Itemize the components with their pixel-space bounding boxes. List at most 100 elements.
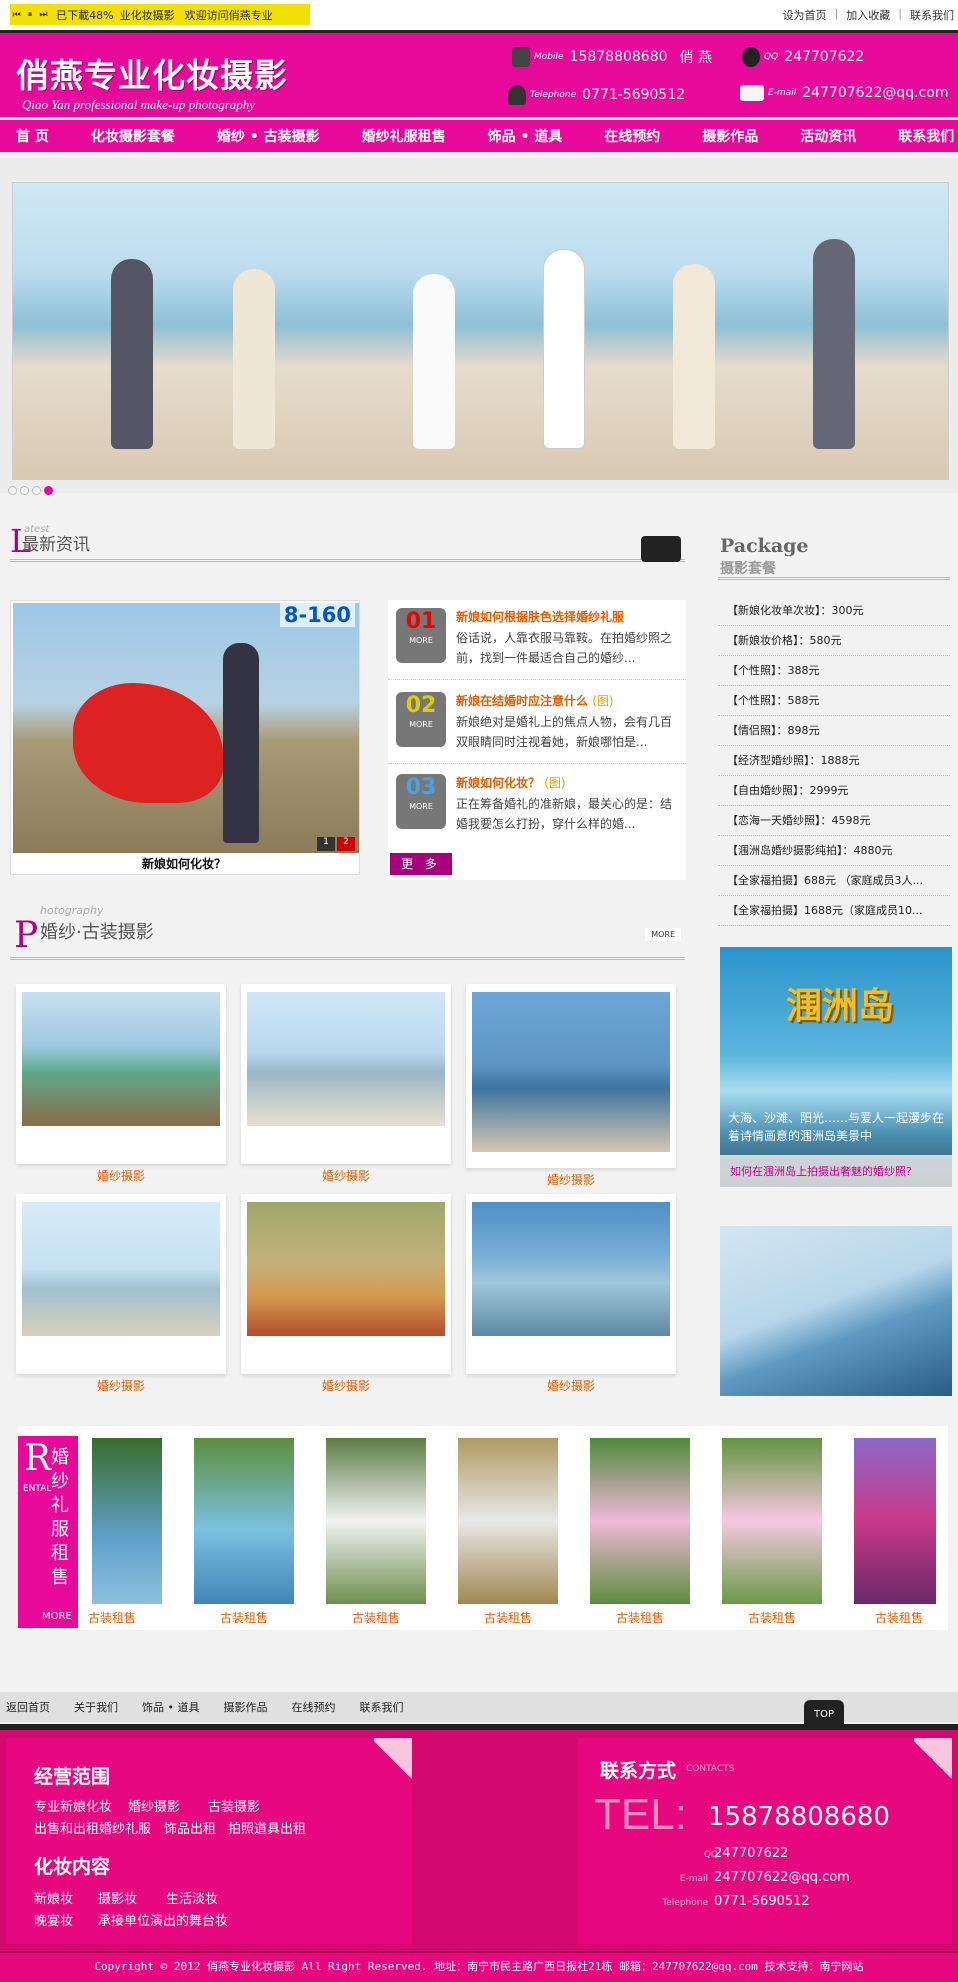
wedding-photo[interactable] [472,992,670,1152]
wedding-photo-card[interactable]: 婚纱摄影 [241,984,451,1183]
package-item[interactable]: 【新娘化妆单次妆】：300元 [718,596,950,626]
package-item[interactable]: 【情侣照】：898元 [718,716,950,746]
wedding-photo[interactable] [247,992,445,1126]
wedding-photo[interactable] [472,1202,670,1336]
rental-photo[interactable] [854,1438,936,1604]
slider-dot[interactable] [8,486,17,495]
wedding-section-header: hotography P 婚纱·古装摄影 MORE [10,904,685,960]
rental-item-label[interactable]: 古装租售 [458,1609,558,1626]
wedding-photo-card[interactable]: 婚纱摄影 [16,984,226,1183]
footer-email[interactable]: 247707622@qq.com [714,1870,850,1885]
package-item[interactable]: 【全家福拍摄】1688元（家庭成员10... [718,896,950,926]
footer-nav-works[interactable]: 摄影作品 [223,1699,267,1715]
rental-item[interactable]: 古装租售 [722,1438,822,1625]
slider-dot[interactable] [20,486,29,495]
rental-item-label[interactable]: 古装租售 [194,1609,294,1626]
package-item[interactable]: 【涠洲岛婚纱摄影纯拍】：4880元 [718,836,950,866]
photo-pager-1[interactable]: 1 [317,837,335,851]
footer-nav-booking[interactable]: 在线预约 [291,1699,335,1715]
add-favorite-link[interactable]: 加入收藏 [846,7,890,23]
set-homepage-link[interactable]: 设为首页 [783,7,827,23]
footer-nav-home[interactable]: 返回首页 [6,1699,50,1715]
wedding-photo-label[interactable]: 婚纱摄影 [241,1377,451,1394]
wedding-photo-label[interactable]: 婚纱摄影 [466,1377,676,1394]
rental-item[interactable]: 古装租售 [590,1438,690,1625]
wedding-photo-card[interactable]: 婚纱摄影 [466,1194,676,1393]
wedding-photo-label[interactable]: 婚纱摄影 [16,1377,226,1394]
island-photo[interactable] [720,1226,952,1396]
package-item[interactable]: 【个性照】：388元 [718,656,950,686]
news-more-button[interactable]: 更 多 [390,853,452,875]
package-item[interactable]: 【新娘妆价格】：580元 [718,626,950,656]
wedding-photo-label[interactable]: 婚纱摄影 [466,1171,676,1188]
news-title[interactable]: 新娘如何化妆？ (图) [456,774,566,791]
island-promo[interactable]: 涠洲岛 大海、沙滩、阳光……与爱人一起漫步在着诗情画意的涠洲岛美景中 如何在涠洲… [720,947,952,1187]
package-item[interactable]: 【恋海一天婚纱照】：4598元 [718,806,950,836]
package-item[interactable]: 【全家福拍摄】688元 （家庭成员3人... [718,866,950,896]
nav-wedding-costume[interactable]: 婚纱 • 古装摄影 [217,126,320,146]
rental-item-label[interactable]: 古装租售 [590,1609,690,1626]
slider-dot-active[interactable] [44,486,53,495]
package-item[interactable]: 【自由婚纱照】：2999元 [718,776,950,806]
logo-title[interactable]: 俏燕专业化妆摄影 [16,49,288,97]
rental-photo[interactable] [92,1438,162,1604]
nav-events[interactable]: 活动资讯 [800,126,856,146]
featured-photo-image[interactable] [13,603,359,853]
player-link[interactable]: 业化妆摄影 [120,7,175,23]
package-item[interactable]: 【经济型婚纱照】：1888元 [718,746,950,776]
back-to-top-button[interactable]: TOP [804,1700,844,1724]
rental-item-label[interactable]: 古装租售 [854,1609,944,1626]
news-item[interactable]: 03 MORE 新娘如何化妆？ (图) 正在筹备婚礼的准新娘，最关心的是：结婚我要… [388,766,686,846]
rental-item[interactable]: 古装租售 [458,1438,558,1625]
nav-dress-rental[interactable]: 婚纱礼服租售 [362,126,446,146]
nav-booking[interactable]: 在线预约 [604,126,660,146]
rental-photo[interactable] [590,1438,690,1604]
package-item[interactable]: 【个性照】：588元 [718,686,950,716]
nav-home[interactable]: 首 页 [16,126,49,146]
news-title[interactable]: 新娘在结婚时应注意什么 (图) [456,692,614,709]
rental-item[interactable]: 古装租售 [326,1438,426,1625]
news-item[interactable]: 02 MORE 新娘在结婚时应注意什么 (图) 新娘绝对是婚礼上的焦点人物，会有几… [388,684,686,764]
rental-photo[interactable] [194,1438,294,1604]
rental-photo[interactable] [458,1438,558,1604]
rental-photo[interactable] [326,1438,426,1604]
contact-us-link[interactable]: 联系我们 [910,7,954,23]
slider-dots [8,486,56,495]
wedding-photo[interactable] [22,992,220,1126]
wedding-photo[interactable] [247,1202,445,1336]
rental-photo[interactable] [722,1438,822,1604]
wedding-more-button[interactable]: MORE [645,928,681,941]
prev-icon[interactable]: ⏮ [10,8,23,22]
news-title[interactable]: 新娘如何根据肤色选择婚纱礼服 [456,608,624,625]
wedding-photo-card[interactable]: 婚纱摄影 [16,1194,226,1393]
rental-item[interactable]: 古装租售 [854,1438,944,1625]
rental-item-label[interactable]: 古装租售 [722,1609,822,1626]
rental-item-label[interactable]: 古装租售 [326,1609,426,1626]
rental-item[interactable]: 古装租售 [194,1438,294,1625]
nav-accessories[interactable]: 饰品 • 道具 [488,126,563,146]
wedding-photo-label[interactable]: 婚纱摄影 [16,1167,226,1184]
island-caption[interactable]: 如何在涠洲岛上拍摄出奢魅的婚纱照? [720,1155,952,1187]
logo-subtitle: Qiao Yan professional make-up photograph… [22,97,256,112]
nav-makeup-packages[interactable]: 化妆摄影套餐 [91,126,175,146]
nav-contact[interactable]: 联系我们 [898,126,954,146]
footer-nav-about[interactable]: 关于我们 [74,1699,118,1715]
banner-image[interactable] [12,182,949,480]
wedding-photo[interactable] [22,1202,220,1336]
footer-nav-accessories[interactable]: 饰品 • 道具 [142,1699,199,1715]
nav-works[interactable]: 摄影作品 [702,126,758,146]
email-address[interactable]: 247707622@qq.com [802,85,948,101]
featured-photo-caption[interactable]: 新娘如何化妆？ [11,855,357,872]
news-featured-photo[interactable]: 8-160 1 2 新娘如何化妆？ [10,600,360,875]
news-item[interactable]: 01 MORE 新娘如何根据肤色选择婚纱礼服 俗话说，人靠衣服马靠鞍。在拍婚纱照之… [388,600,686,680]
wedding-photo-card[interactable]: 婚纱摄影 [241,1194,451,1393]
footer-nav-contact[interactable]: 联系我们 [359,1699,403,1715]
wedding-photo-card[interactable]: 婚纱摄影 [466,984,676,1187]
pause-icon[interactable]: ⏸ [23,8,36,22]
photo-pager-2[interactable]: 2 [337,837,355,851]
slider-dot[interactable] [32,486,41,495]
wedding-photo-label[interactable]: 婚纱摄影 [241,1167,451,1184]
rental-item-label[interactable]: 古装租售 [62,1609,162,1626]
rental-item[interactable]: 古装租售 [62,1438,162,1625]
next-icon[interactable]: ⏭ [37,8,50,22]
